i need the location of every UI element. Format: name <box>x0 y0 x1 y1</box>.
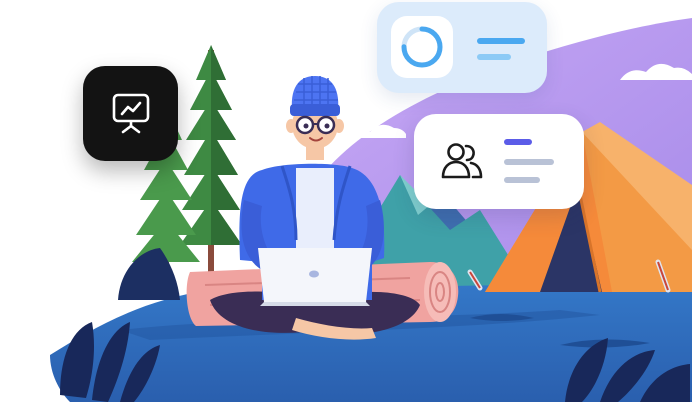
team-bar-muted-short <box>504 177 540 183</box>
laptop <box>258 248 372 306</box>
team-bar-accent <box>504 139 532 145</box>
camping-scene <box>50 18 692 402</box>
analytics-icon-tile <box>391 16 453 78</box>
analytics-bar-primary <box>477 38 525 44</box>
analytics-bar-secondary <box>477 54 511 60</box>
presentation-tile <box>83 66 178 161</box>
progress-ring-icon <box>401 26 443 68</box>
users-icon <box>441 143 483 179</box>
team-bar-muted <box>504 159 554 165</box>
presentation-chart-icon <box>112 93 150 134</box>
team-widget-card <box>414 114 584 209</box>
analytics-widget-card <box>377 2 547 93</box>
